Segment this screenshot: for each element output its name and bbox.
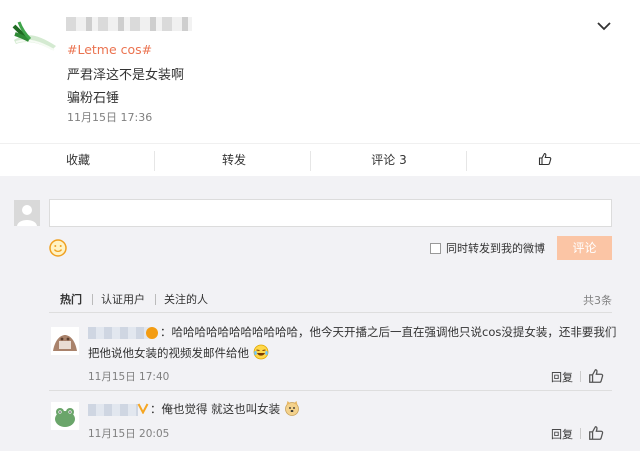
smiley-emoji-icon[interactable]	[49, 239, 67, 257]
forward-to-my-weibo-checkbox[interactable]	[430, 243, 441, 254]
forward-checkbox-label[interactable]: 同时转发到我的微博	[446, 240, 545, 256]
my-avatar[interactable]	[14, 200, 40, 226]
comment-filter-tabs: 热门 认证用户 关注的人 共3条	[49, 289, 612, 313]
verified-v-icon[interactable]	[137, 402, 149, 414]
comment-timestamp: 11月15日 17:40	[88, 371, 170, 383]
chevron-down-icon[interactable]	[594, 18, 614, 34]
member-badge-icon[interactable]	[146, 327, 158, 339]
comment-text-line2-wrap: 把他说他女装的视频发邮件给他	[88, 343, 269, 364]
post-username[interactable]	[66, 17, 192, 31]
action-divider	[580, 371, 581, 382]
reply-button[interactable]: 回复	[551, 369, 573, 385]
topic-hashtag-link[interactable]: #Letme cos#	[67, 42, 152, 57]
action-divider	[580, 428, 581, 439]
comment-section: 同时转发到我的微博 评论 热门 认证用户 关注的人 共3条 ：哈哈哈哈哈哈哈哈哈…	[0, 183, 640, 451]
comment-text-line2: 把他说他女装的视频发邮件给他	[88, 346, 249, 360]
comment-input[interactable]	[49, 199, 612, 227]
thumbs-up-icon	[538, 152, 552, 166]
submit-comment-button[interactable]: 评论	[557, 236, 612, 260]
action-divider	[154, 151, 155, 171]
post-timestamp[interactable]: 11月15日 17:36	[67, 109, 152, 125]
comment-count: 共3条	[583, 294, 612, 307]
thumbs-up-icon[interactable]	[588, 425, 604, 441]
divider	[49, 390, 612, 391]
commenter-name[interactable]	[88, 404, 138, 416]
default-user-icon	[17, 205, 37, 226]
tab-divider	[92, 294, 93, 305]
thumbs-up-icon[interactable]	[588, 368, 604, 384]
favorite-button[interactable]: 收藏	[0, 144, 156, 177]
leek-avatar[interactable]	[12, 20, 58, 54]
post-text-line2: 骗粉石锤	[67, 91, 120, 106]
laughing-tears-emoji-icon	[253, 344, 269, 360]
tab-verified-users[interactable]: 认证用户	[101, 291, 145, 307]
comment-timestamp: 11月15日 20:05	[88, 428, 170, 440]
tab-hot[interactable]: 热门	[60, 291, 82, 307]
doge-emoji-icon	[284, 401, 299, 416]
post-action-bar: 收藏 转发 评论 3	[0, 143, 640, 176]
commenter-name[interactable]	[88, 327, 152, 339]
comment-button[interactable]: 评论 3	[311, 144, 467, 177]
divider	[49, 312, 612, 313]
comment-text-wrap: ：俺也觉得 就这也叫女装	[150, 399, 300, 420]
comment-text-line1: ：哈哈哈哈哈哈哈哈哈哈哈，他今天开播之后一直在强调他只说cos没提女装，还非要我…	[160, 325, 617, 339]
comment-text-line1: ：俺也觉得 就这也叫女装	[150, 402, 281, 416]
commenter-avatar[interactable]	[51, 402, 79, 430]
like-button[interactable]	[467, 144, 623, 177]
tab-divider	[155, 294, 156, 305]
forward-button[interactable]: 转发	[156, 144, 312, 177]
post-text-line1: 严君泽这不是女装啊	[67, 68, 185, 83]
reply-button[interactable]: 回复	[551, 426, 573, 442]
commenter-avatar[interactable]	[51, 327, 79, 355]
tab-following[interactable]: 关注的人	[164, 291, 208, 307]
weibo-post: #Letme cos# 严君泽这不是女装啊 骗粉石锤 11月15日 17:36 …	[0, 0, 640, 176]
